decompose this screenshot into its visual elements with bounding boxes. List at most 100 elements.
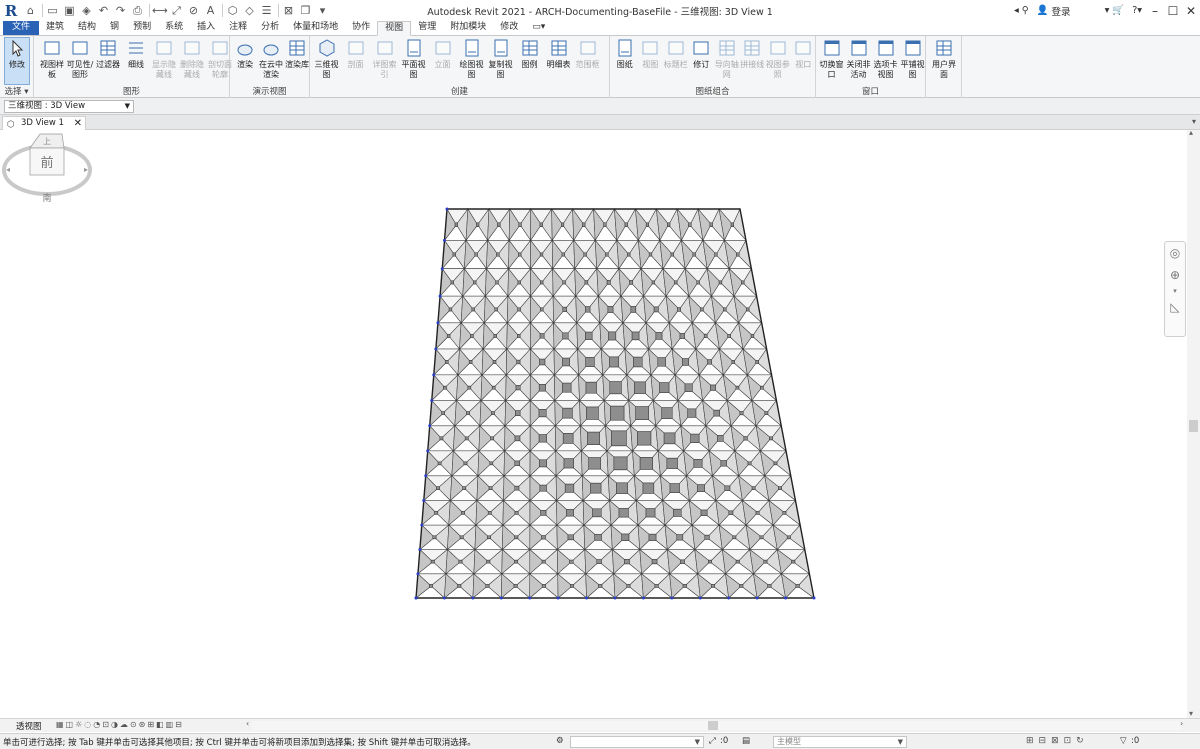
panel-opening[interactable] <box>704 534 710 540</box>
panel-opening[interactable] <box>585 357 595 367</box>
panel-opening[interactable] <box>492 360 497 364</box>
ribbon-tab-6[interactable]: 插入 <box>190 21 222 35</box>
scroll-thumb[interactable] <box>1189 420 1198 432</box>
panel-opening[interactable] <box>713 409 720 417</box>
panel-opening[interactable] <box>651 559 658 565</box>
panel-opening[interactable] <box>539 252 544 257</box>
panel-opening[interactable] <box>648 533 657 541</box>
panel-opening[interactable] <box>445 360 449 364</box>
panel-opening[interactable] <box>436 486 440 490</box>
panel-opening[interactable] <box>616 482 628 494</box>
panel-opening[interactable] <box>486 559 491 564</box>
grip-point[interactable] <box>443 238 447 242</box>
panel-opening[interactable] <box>707 359 712 365</box>
selection-filter-icons[interactable]: ⊞⊟⊠⊡↻ <box>1026 736 1089 746</box>
panel-opening[interactable] <box>629 280 633 285</box>
panel-opening[interactable] <box>676 534 684 541</box>
grip-point[interactable] <box>528 596 532 600</box>
panel-opening[interactable] <box>517 334 521 338</box>
panel-opening[interactable] <box>700 509 708 516</box>
default-3d-view-icon[interactable]: ⬡ <box>225 3 240 18</box>
panel-opening[interactable] <box>603 222 607 227</box>
minimize-icon[interactable]: – <box>1146 4 1164 18</box>
grip-point[interactable] <box>436 321 440 325</box>
panel-opening[interactable] <box>563 458 574 469</box>
window-button-2[interactable]: 选项卡视图 <box>872 38 899 80</box>
panel-opening[interactable] <box>631 331 640 341</box>
panel-opening[interactable] <box>561 252 565 257</box>
grip-point[interactable] <box>428 424 432 428</box>
panel-opening[interactable] <box>491 385 496 390</box>
switch-windows-icon[interactable]: ❐ <box>298 3 313 18</box>
create-button-8[interactable]: 明细表 <box>544 38 573 70</box>
panel-opening[interactable] <box>667 222 671 227</box>
panel-opening[interactable] <box>540 280 544 285</box>
grip-point[interactable] <box>430 398 434 402</box>
panel-opening[interactable] <box>773 461 778 466</box>
panel-opening[interactable] <box>463 461 468 466</box>
save-icon[interactable]: ▣ <box>62 3 77 18</box>
panel-opening[interactable] <box>441 411 445 415</box>
panel-opening[interactable] <box>495 280 499 285</box>
grip-point[interactable] <box>613 596 617 600</box>
panel-opening[interactable] <box>517 280 521 285</box>
panel-opening[interactable] <box>540 307 544 312</box>
panel-opening[interactable] <box>687 408 697 418</box>
panel-opening[interactable] <box>539 459 547 468</box>
panel-opening[interactable] <box>634 381 646 394</box>
panel-opening[interactable] <box>723 307 727 312</box>
panel-opening[interactable] <box>607 306 614 313</box>
panel-opening[interactable] <box>618 508 629 518</box>
vertical-scrollbar[interactable]: ▴ ▾ <box>1187 128 1200 718</box>
panel-opening[interactable] <box>561 222 565 227</box>
panel-opening[interactable] <box>669 483 680 493</box>
panel-opening[interactable] <box>562 407 573 419</box>
panel-opening[interactable] <box>703 333 708 338</box>
ribbon-tab-1[interactable]: 建筑 <box>39 21 71 35</box>
sheet-button-0[interactable]: 图纸 <box>612 38 638 70</box>
drawing-area[interactable]: 上 前 南 ◂ ▸ ◎ ⊕ ▾ ◺ <box>0 130 1187 718</box>
ribbon-tab-4[interactable]: 预制 <box>126 21 158 35</box>
panel-opening[interactable] <box>642 482 655 494</box>
panel-opening[interactable] <box>452 252 456 257</box>
sheet-button-5[interactable]: 拼接线 <box>740 38 766 70</box>
maximize-icon[interactable]: ☐ <box>1164 4 1182 18</box>
horizontal-scrollbar[interactable] <box>252 721 1182 730</box>
panel-opening[interactable] <box>461 511 465 515</box>
panel-opening[interactable] <box>514 485 520 491</box>
panel-opening[interactable] <box>720 460 727 467</box>
panel-opening[interactable] <box>608 331 617 341</box>
panel-opening[interactable] <box>609 381 622 395</box>
filter-icon[interactable]: ▽ <box>1120 736 1127 746</box>
panel-opening[interactable] <box>679 333 685 339</box>
panel-opening[interactable] <box>432 535 437 540</box>
panel-opening[interactable] <box>515 410 521 416</box>
panel-opening[interactable] <box>743 436 748 441</box>
panel-opening[interactable] <box>717 435 724 442</box>
panel-opening[interactable] <box>663 432 676 445</box>
panel-opening[interactable] <box>639 457 653 470</box>
grip-point[interactable] <box>499 596 503 600</box>
panel-opening[interactable] <box>680 559 685 564</box>
sheet-button-4[interactable]: 导向轴网 <box>714 38 740 80</box>
panel-opening[interactable] <box>443 385 447 390</box>
panel-opening[interactable] <box>587 431 600 445</box>
panel-opening[interactable] <box>491 411 495 415</box>
panel-opening[interactable] <box>516 359 521 365</box>
panel-opening[interactable] <box>624 222 628 227</box>
panel-opening[interactable] <box>488 486 493 490</box>
panel-opening[interactable] <box>541 559 546 564</box>
panel-opening[interactable] <box>655 332 663 340</box>
panel-opening[interactable] <box>564 483 575 493</box>
panel-opening[interactable] <box>538 434 547 443</box>
panel-opening[interactable] <box>711 584 715 588</box>
panel-opening[interactable] <box>735 385 740 390</box>
panel-opening[interactable] <box>518 222 522 227</box>
panel-opening[interactable] <box>596 559 602 564</box>
panel-opening[interactable] <box>714 252 718 257</box>
panel-opening[interactable] <box>732 535 737 540</box>
panel-opening[interactable] <box>439 436 444 441</box>
panel-opening[interactable] <box>673 508 682 517</box>
ribbon-tab-9[interactable]: 体量和场地 <box>286 21 345 35</box>
sheet-button-2[interactable]: 标题栏 <box>663 38 689 70</box>
